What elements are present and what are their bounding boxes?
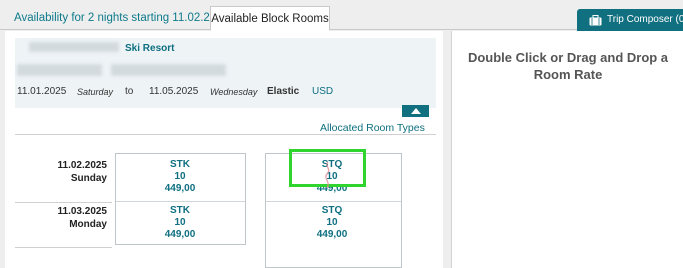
trip-composer-pane[interactable]: Double Click or Drag and Drop a Room Rat… bbox=[451, 31, 683, 268]
row-date-label: 11.03.2025 Monday bbox=[25, 205, 108, 231]
room-rate-cell[interactable]: STQ 10 449,00 bbox=[267, 205, 397, 241]
room-rate: 449,00 bbox=[316, 229, 348, 240]
end-date: 11.05.2025 bbox=[149, 86, 199, 97]
tab-availability[interactable]: Availability for 2 nights starting 11.02… bbox=[2, 6, 241, 31]
row-divider bbox=[15, 202, 112, 203]
cell-divider bbox=[116, 201, 245, 202]
room-code: STK bbox=[170, 205, 190, 216]
row-day: Monday bbox=[69, 219, 107, 230]
divider bbox=[15, 134, 436, 135]
row-day: Sunday bbox=[70, 173, 107, 184]
block-rooms-pane: Ski Resort 11.01.2025 Saturday to 11.05.… bbox=[5, 31, 443, 268]
trip-composer-button[interactable]: Trip Composer (0) bbox=[577, 9, 683, 31]
chevron-up-icon bbox=[410, 108, 421, 114]
tab-bar: Availability for 2 nights starting 11.02… bbox=[0, 0, 683, 31]
room-qty: 10 bbox=[174, 171, 186, 182]
briefcase-icon bbox=[589, 13, 602, 26]
blurred-block-name bbox=[29, 42, 119, 52]
blurred-info bbox=[111, 64, 226, 76]
drag-cursor-icon bbox=[325, 161, 330, 189]
collapse-button[interactable] bbox=[402, 105, 429, 117]
room-rate: 449,00 bbox=[164, 229, 196, 240]
row-date: 11.02.2025 bbox=[57, 160, 108, 171]
row-divider bbox=[15, 247, 112, 248]
room-code: STQ bbox=[321, 205, 343, 216]
currency: USD bbox=[312, 86, 334, 97]
resort-name: Ski Resort bbox=[125, 43, 175, 54]
room-qty: 10 bbox=[174, 217, 186, 228]
row-date: 11.03.2025 bbox=[57, 206, 108, 217]
trip-composer-label: Trip Composer (0) bbox=[607, 14, 683, 25]
drop-hint: Double Click or Drag and Drop a Room Rat… bbox=[467, 50, 669, 82]
end-day: Wednesday bbox=[210, 87, 258, 97]
row-date-label: 11.02.2025 Sunday bbox=[25, 159, 108, 185]
block-header: Ski Resort 11.01.2025 Saturday to 11.05.… bbox=[15, 38, 436, 108]
cell-divider bbox=[266, 201, 401, 202]
start-day: Saturday bbox=[77, 87, 114, 97]
start-date: 11.01.2025 bbox=[17, 86, 67, 97]
room-qty: 10 bbox=[326, 217, 338, 228]
block-type: Elastic bbox=[267, 86, 300, 97]
to-label: to bbox=[125, 86, 134, 97]
room-code: STK bbox=[170, 159, 190, 170]
blurred-info bbox=[17, 64, 102, 76]
room-rate-cell[interactable]: STK 10 449,00 bbox=[115, 159, 245, 195]
room-rate: 449,00 bbox=[164, 183, 196, 194]
tab-available-block-rooms[interactable]: Available Block Rooms bbox=[210, 6, 330, 31]
room-rate-cell[interactable]: STK 10 449,00 bbox=[115, 205, 245, 241]
allocated-room-types-link[interactable]: Allocated Room Types bbox=[320, 122, 425, 134]
